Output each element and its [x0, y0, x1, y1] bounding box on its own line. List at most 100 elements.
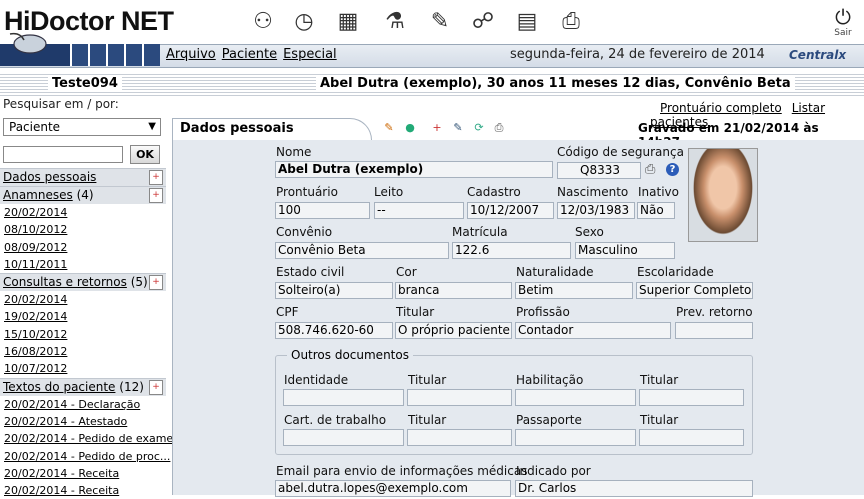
field-estado-civil[interactable]: Solteiro(a) — [275, 282, 393, 299]
field-titular-cart[interactable] — [407, 429, 512, 446]
edit-icon[interactable]: + — [149, 170, 163, 185]
add-icon[interactable]: + — [430, 121, 444, 135]
menu-especial[interactable]: Especial — [283, 47, 337, 62]
list-item[interactable]: 20/02/2014 - Receita — [0, 482, 166, 499]
label-escolaridade: Escolaridade — [637, 265, 714, 279]
field-nascimento[interactable]: 12/03/1983 — [557, 202, 635, 219]
field-escolaridade[interactable]: Superior Completo — [636, 282, 753, 299]
ok-button[interactable]: OK — [130, 145, 160, 164]
label-cor: Cor — [396, 265, 417, 279]
field-titular-identidade[interactable] — [407, 389, 512, 406]
search-type-select[interactable]: Paciente ▼ — [3, 118, 161, 136]
section-count: (5) — [130, 275, 148, 290]
list-item[interactable]: 15/10/2012 — [0, 326, 166, 343]
field-codigo[interactable]: Q8333 — [557, 162, 641, 179]
add-icon[interactable]: + — [149, 188, 163, 203]
printer-icon[interactable]: ⎙ — [556, 6, 586, 36]
globe-icon[interactable]: ● — [403, 121, 417, 135]
section-label[interactable]: Anamneses — [3, 188, 73, 202]
print-icon[interactable]: ⎙ — [645, 162, 655, 177]
calendar-icon[interactable]: ▦ — [333, 6, 363, 36]
field-email[interactable]: abel.dutra.lopes@exemplo.com — [275, 480, 511, 497]
add-icon[interactable]: + — [149, 379, 163, 395]
label-convenio: Convênio — [276, 225, 333, 239]
field-leito[interactable]: -- — [374, 202, 464, 219]
handshake-icon[interactable]: ☍ — [468, 6, 498, 36]
other-documents-title: Outros documentos — [287, 348, 413, 362]
field-habilitacao[interactable] — [515, 389, 636, 406]
field-cart-trabalho[interactable] — [283, 429, 404, 446]
label-leito: Leito — [374, 185, 404, 199]
field-inativo[interactable]: Não — [637, 202, 675, 219]
list-item[interactable]: 20/02/2014 - Declaração — [0, 396, 166, 413]
field-identidade[interactable] — [283, 389, 404, 406]
label-titular-passaporte: Titular — [640, 413, 679, 427]
label-estado-civil: Estado civil — [276, 265, 345, 279]
section-textos[interactable]: Textos do paciente (12) + — [0, 377, 166, 396]
search-label: Pesquisar em / por: — [3, 97, 119, 111]
patient-photo[interactable] — [688, 148, 758, 242]
add-icon[interactable]: + — [149, 275, 163, 291]
list-item[interactable]: 20/02/2014 — [0, 204, 166, 221]
book-icon[interactable]: ▤ — [512, 6, 542, 36]
field-prev-retorno[interactable] — [675, 322, 753, 339]
list-item[interactable]: 20/02/2014 - Pedido de proc... — [0, 448, 170, 465]
search-type-value: Paciente — [9, 120, 61, 134]
label-nome: Nome — [276, 145, 312, 159]
lab-icon[interactable]: ⚗ — [380, 6, 410, 36]
list-item[interactable]: 19/02/2014 — [0, 308, 166, 325]
field-matricula[interactable]: 122.6 — [452, 242, 571, 259]
field-indicado[interactable]: Dr. Carlos — [515, 480, 753, 497]
field-cor[interactable]: branca — [395, 282, 512, 299]
field-cadastro[interactable]: 10/12/2007 — [467, 202, 554, 219]
field-titular-passaporte[interactable] — [639, 429, 744, 446]
refresh-icon[interactable]: ⟳ — [472, 121, 486, 135]
label-titular-identidade: Titular — [408, 373, 447, 387]
help-icon[interactable]: ? — [666, 163, 679, 176]
field-profissao[interactable]: Contador — [515, 322, 671, 339]
section-dados-pessoais[interactable]: Dados pessoais + — [0, 168, 166, 186]
label-email: Email para envio de informações médicas — [276, 464, 528, 478]
notepad-icon[interactable]: ✎ — [425, 6, 455, 36]
print-icon[interactable]: ⎙ — [492, 121, 506, 135]
section-label[interactable]: Consultas e retornos — [3, 275, 127, 289]
section-anamneses[interactable]: Anamneses (4) + — [0, 186, 166, 204]
label-codigo: Código de segurança — [557, 145, 684, 159]
list-item[interactable]: 20/02/2014 - Pedido de exame — [0, 430, 173, 447]
field-titular[interactable]: O próprio paciente — [395, 322, 512, 339]
field-prontuario[interactable]: 100 — [275, 202, 370, 219]
section-label[interactable]: Dados pessoais — [3, 170, 96, 184]
clock-icon[interactable]: ◷ — [289, 6, 319, 36]
edit-icon[interactable]: ✎ — [451, 121, 465, 135]
exit-label: Sair — [834, 28, 852, 38]
search-input[interactable] — [3, 146, 123, 163]
list-item[interactable]: 20/02/2014 - Receita — [0, 465, 166, 482]
field-convenio[interactable]: Convênio Beta — [275, 242, 449, 259]
label-profissao: Profissão — [516, 305, 570, 319]
brand-logo: Centralx — [789, 48, 847, 62]
field-nome[interactable]: Abel Dutra (exemplo) — [275, 161, 553, 178]
exit-button[interactable]: ⏻ Sair — [826, 6, 860, 38]
label-cadastro: Cadastro — [467, 185, 521, 199]
list-item[interactable]: 10/07/2012 — [0, 360, 166, 377]
menu-paciente[interactable]: Paciente — [222, 47, 277, 62]
section-label[interactable]: Textos do paciente — [3, 380, 115, 394]
field-cpf[interactable]: 508.746.620-60 — [275, 322, 393, 339]
list-item[interactable]: 08/09/2012 — [0, 239, 166, 256]
field-naturalidade[interactable]: Betim — [515, 282, 633, 299]
list-item[interactable]: 16/08/2012 — [0, 343, 166, 360]
label-prev-retorno: Prev. retorno — [676, 305, 753, 319]
new-document-icon[interactable]: ✎ — [382, 121, 396, 135]
field-titular-habilitacao[interactable] — [639, 389, 744, 406]
section-consultas[interactable]: Consultas e retornos (5) + — [0, 273, 166, 292]
list-item[interactable]: 20/02/2014 - Atestado — [0, 413, 166, 430]
field-passaporte[interactable] — [515, 429, 636, 446]
link-prontuario-completo[interactable]: Prontuário completo — [660, 101, 782, 115]
list-item[interactable]: 20/02/2014 — [0, 291, 166, 308]
menu-arquivo[interactable]: Arquivo — [166, 47, 216, 62]
field-sexo[interactable]: Masculino — [575, 242, 675, 259]
list-item[interactable]: 10/11/2011 — [0, 256, 166, 273]
list-item[interactable]: 08/10/2012 — [0, 221, 166, 238]
current-date: segunda-feira, 24 de fevereiro de 2014 — [510, 47, 765, 62]
people-icon[interactable]: ⚇ — [248, 6, 278, 36]
